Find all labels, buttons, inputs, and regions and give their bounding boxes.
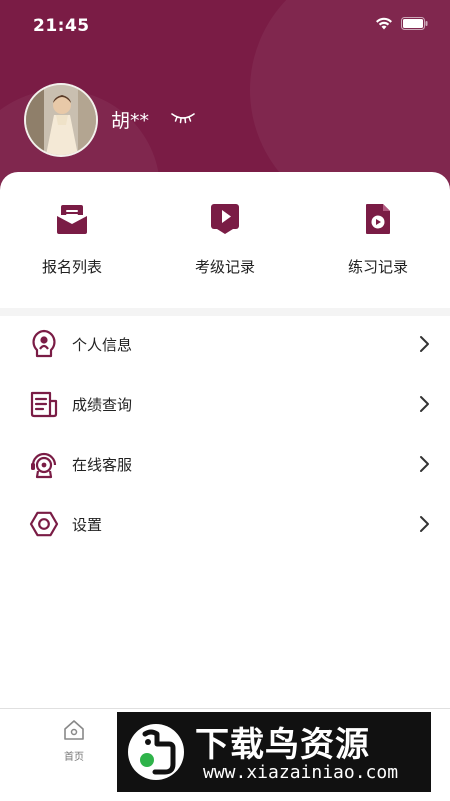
status-time: 21:45 xyxy=(33,16,90,36)
chevron-right-icon xyxy=(420,516,429,532)
user-info-icon xyxy=(32,329,56,358)
menu-item-label: 成绩查询 xyxy=(72,396,133,414)
wifi-icon xyxy=(376,17,392,30)
support-icon xyxy=(31,452,57,479)
watermark-banner: 下载鸟资源 www.xiazainiao.com xyxy=(117,712,431,792)
quick-action-label: 考级记录 xyxy=(194,258,255,276)
menu-item-online-support[interactable]: 在线客服 xyxy=(0,434,450,494)
menu-item-label: 个人信息 xyxy=(72,336,133,354)
tab-home-label: 首页 xyxy=(64,752,84,763)
menu-item-label: 在线客服 xyxy=(72,456,133,474)
username: 胡** xyxy=(111,110,150,132)
avatar-photo xyxy=(26,85,96,155)
play-ribbon-icon xyxy=(211,204,239,234)
tab-home[interactable]: 首页 xyxy=(52,719,96,763)
video-file-icon xyxy=(366,204,390,234)
avatar[interactable] xyxy=(24,83,98,157)
settings-menu: 个人信息 成绩查询 在线客服 设置 xyxy=(0,314,450,554)
chevron-right-icon xyxy=(420,336,429,352)
menu-item-settings[interactable]: 设置 xyxy=(0,494,450,554)
home-icon xyxy=(64,720,84,740)
status-icons xyxy=(375,17,428,30)
battery-icon xyxy=(401,17,428,30)
eye-closed-icon[interactable] xyxy=(170,110,196,126)
status-bar: 21:45 xyxy=(0,0,450,44)
watermark-url: www.xiazainiao.com xyxy=(203,762,399,783)
quick-action-registration-list[interactable]: 报名列表 xyxy=(22,202,122,277)
report-icon xyxy=(30,391,58,418)
menu-item-score-query[interactable]: 成绩查询 xyxy=(0,374,450,434)
watermark-title: 下载鸟资源 xyxy=(195,725,370,765)
quick-action-practice-records[interactable]: 练习记录 xyxy=(328,202,428,277)
menu-item-label: 设置 xyxy=(72,516,103,534)
profile-header: 21:45 胡** xyxy=(0,0,450,200)
quick-action-label: 练习记录 xyxy=(347,258,408,276)
quick-action-label: 报名列表 xyxy=(41,258,102,276)
settings-icon xyxy=(29,511,59,537)
chevron-right-icon xyxy=(420,396,429,412)
chevron-right-icon xyxy=(420,456,429,472)
quick-actions-card: 报名列表 考级记录 练习记录 xyxy=(0,172,450,308)
quick-action-exam-records[interactable]: 考级记录 xyxy=(175,202,275,277)
bird-logo-icon xyxy=(128,724,184,780)
menu-item-personal-info[interactable]: 个人信息 xyxy=(0,314,450,374)
envelope-icon xyxy=(57,205,87,234)
